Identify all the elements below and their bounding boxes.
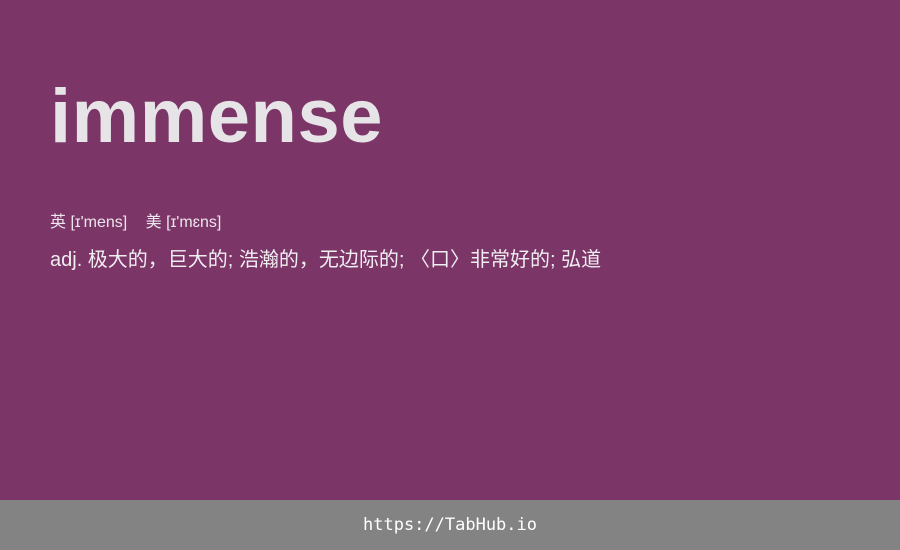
phonetics-row: 英 [ɪ'mens] 美 [ɪ'mɛns] — [50, 212, 221, 234]
headword: immense — [50, 74, 383, 159]
word-card: immense 英 [ɪ'mens] 美 [ɪ'mɛns] adj. 极大的，巨… — [0, 0, 900, 500]
phonetic-us: 美 [ɪ'mɛns] — [145, 214, 222, 231]
phonetic-uk: 英 [ɪ'mens] — [50, 214, 128, 231]
definition-text: adj. 极大的，巨大的; 浩瀚的，无边际的; 〈口〉非常好的; 弘道 — [50, 249, 602, 271]
tabhub-link[interactable]: https://TabHub.io — [363, 515, 537, 535]
footer-bar: https://TabHub.io — [0, 500, 900, 550]
